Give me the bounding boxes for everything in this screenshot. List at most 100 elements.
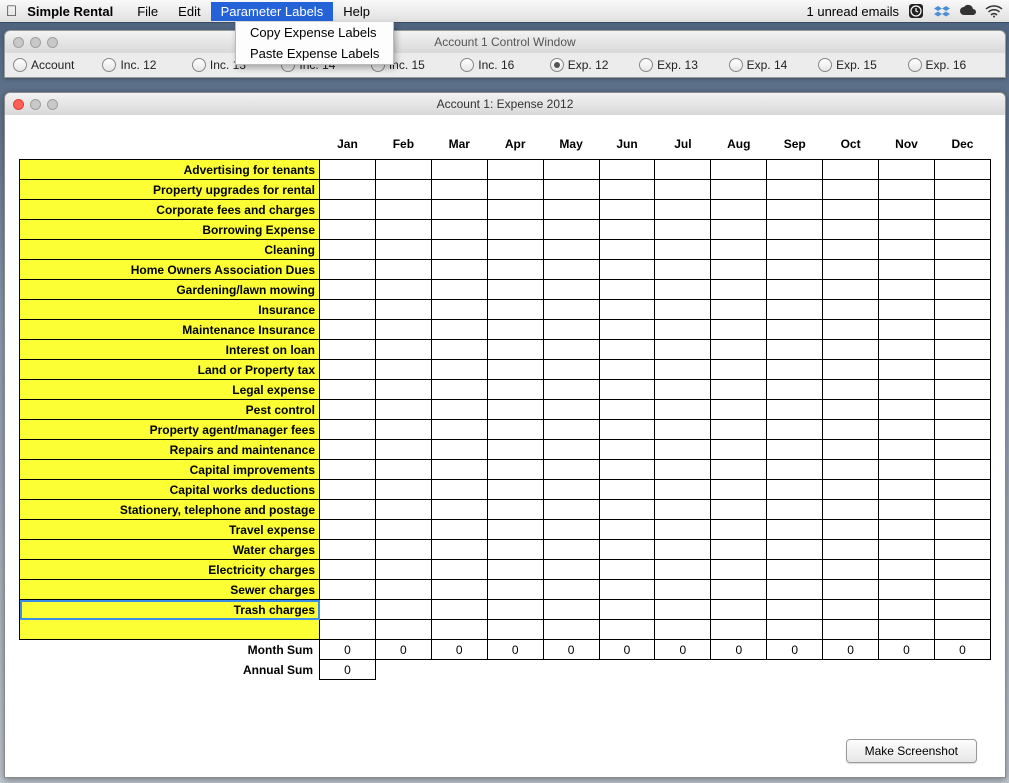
expense-data-cell[interactable] — [543, 420, 599, 440]
expense-data-cell[interactable] — [543, 540, 599, 560]
expense-data-cell[interactable] — [543, 400, 599, 420]
expense-data-cell[interactable] — [823, 180, 879, 200]
expense-data-cell[interactable] — [375, 380, 431, 400]
menu-help[interactable]: Help — [333, 2, 380, 21]
expense-data-cell[interactable] — [934, 500, 990, 520]
expense-data-cell[interactable] — [655, 620, 711, 640]
wifi-icon[interactable] — [985, 2, 1003, 20]
expense-data-cell[interactable] — [375, 340, 431, 360]
expense-data-cell[interactable] — [320, 500, 376, 520]
expense-label-cell[interactable]: Pest control — [20, 400, 320, 420]
expense-data-cell[interactable] — [320, 420, 376, 440]
expense-data-cell[interactable] — [934, 340, 990, 360]
expense-data-cell[interactable] — [655, 240, 711, 260]
expense-data-cell[interactable] — [934, 480, 990, 500]
expense-data-cell[interactable] — [879, 560, 935, 580]
expense-data-cell[interactable] — [767, 620, 823, 640]
expense-data-cell[interactable] — [487, 500, 543, 520]
radio-exp-16[interactable]: Exp. 16 — [908, 58, 997, 72]
expense-data-cell[interactable] — [823, 160, 879, 180]
expense-label-cell[interactable] — [20, 620, 320, 640]
expense-data-cell[interactable] — [711, 260, 767, 280]
expense-data-cell[interactable] — [543, 200, 599, 220]
expense-data-cell[interactable] — [767, 240, 823, 260]
expense-data-cell[interactable] — [879, 440, 935, 460]
expense-data-cell[interactable] — [543, 380, 599, 400]
expense-data-cell[interactable] — [599, 240, 655, 260]
expense-data-cell[interactable] — [320, 280, 376, 300]
expense-data-cell[interactable] — [655, 460, 711, 480]
expense-label-cell[interactable]: Property upgrades for rental — [20, 180, 320, 200]
expense-data-cell[interactable] — [879, 500, 935, 520]
expense-data-cell[interactable] — [767, 560, 823, 580]
zoom-icon[interactable] — [47, 99, 58, 110]
expense-data-cell[interactable] — [767, 500, 823, 520]
expense-data-cell[interactable] — [823, 440, 879, 460]
expense-data-cell[interactable] — [823, 580, 879, 600]
expense-data-cell[interactable] — [599, 600, 655, 620]
expense-data-cell[interactable] — [711, 520, 767, 540]
expense-data-cell[interactable] — [487, 620, 543, 640]
expense-data-cell[interactable] — [879, 460, 935, 480]
expense-data-cell[interactable] — [543, 500, 599, 520]
expense-data-cell[interactable] — [431, 620, 487, 640]
app-name[interactable]: Simple Rental — [27, 4, 113, 19]
expense-data-cell[interactable] — [823, 420, 879, 440]
expense-data-cell[interactable] — [934, 380, 990, 400]
expense-data-cell[interactable] — [599, 540, 655, 560]
expense-data-cell[interactable] — [375, 460, 431, 480]
expense-data-cell[interactable] — [487, 400, 543, 420]
minimize-icon[interactable] — [30, 99, 41, 110]
expense-data-cell[interactable] — [823, 320, 879, 340]
radio-account[interactable]: Account — [13, 58, 102, 72]
expense-data-cell[interactable] — [487, 320, 543, 340]
expense-data-cell[interactable] — [823, 300, 879, 320]
expense-data-cell[interactable] — [711, 240, 767, 260]
expense-data-cell[interactable] — [823, 220, 879, 240]
expense-data-cell[interactable] — [655, 160, 711, 180]
expense-data-cell[interactable] — [543, 340, 599, 360]
expense-data-cell[interactable] — [767, 180, 823, 200]
expense-data-cell[interactable] — [487, 560, 543, 580]
control-window-titlebar[interactable]: Account 1 Control Window — [5, 31, 1005, 53]
expense-label-cell[interactable]: Corporate fees and charges — [20, 200, 320, 220]
expense-data-cell[interactable] — [934, 520, 990, 540]
expense-data-cell[interactable] — [431, 280, 487, 300]
expense-data-cell[interactable] — [655, 520, 711, 540]
expense-data-cell[interactable] — [655, 380, 711, 400]
expense-data-cell[interactable] — [655, 260, 711, 280]
expense-data-cell[interactable] — [655, 180, 711, 200]
expense-data-cell[interactable] — [320, 480, 376, 500]
expense-data-cell[interactable] — [375, 280, 431, 300]
expense-label-cell[interactable]: Repairs and maintenance — [20, 440, 320, 460]
expense-data-cell[interactable] — [599, 580, 655, 600]
expense-window-titlebar[interactable]: Account 1: Expense 2012 — [5, 93, 1005, 115]
expense-data-cell[interactable] — [543, 520, 599, 540]
expense-data-cell[interactable] — [711, 620, 767, 640]
expense-data-cell[interactable] — [823, 260, 879, 280]
expense-data-cell[interactable] — [599, 400, 655, 420]
close-icon[interactable] — [13, 99, 24, 110]
expense-data-cell[interactable] — [543, 240, 599, 260]
expense-data-cell[interactable] — [823, 460, 879, 480]
expense-data-cell[interactable] — [655, 200, 711, 220]
expense-data-cell[interactable] — [767, 460, 823, 480]
expense-data-cell[interactable] — [375, 260, 431, 280]
expense-data-cell[interactable] — [320, 340, 376, 360]
expense-label-cell[interactable]: Home Owners Association Dues — [20, 260, 320, 280]
expense-data-cell[interactable] — [320, 440, 376, 460]
expense-label-cell[interactable]: Insurance — [20, 300, 320, 320]
expense-data-cell[interactable] — [431, 160, 487, 180]
expense-data-cell[interactable] — [543, 360, 599, 380]
radio-inc-12[interactable]: Inc. 12 — [102, 58, 191, 72]
expense-data-cell[interactable] — [711, 340, 767, 360]
expense-data-cell[interactable] — [487, 580, 543, 600]
expense-data-cell[interactable] — [487, 520, 543, 540]
expense-data-cell[interactable] — [879, 420, 935, 440]
expense-data-cell[interactable] — [879, 600, 935, 620]
expense-data-cell[interactable] — [767, 400, 823, 420]
expense-data-cell[interactable] — [934, 320, 990, 340]
expense-data-cell[interactable] — [375, 160, 431, 180]
expense-data-cell[interactable] — [431, 500, 487, 520]
expense-data-cell[interactable] — [599, 300, 655, 320]
